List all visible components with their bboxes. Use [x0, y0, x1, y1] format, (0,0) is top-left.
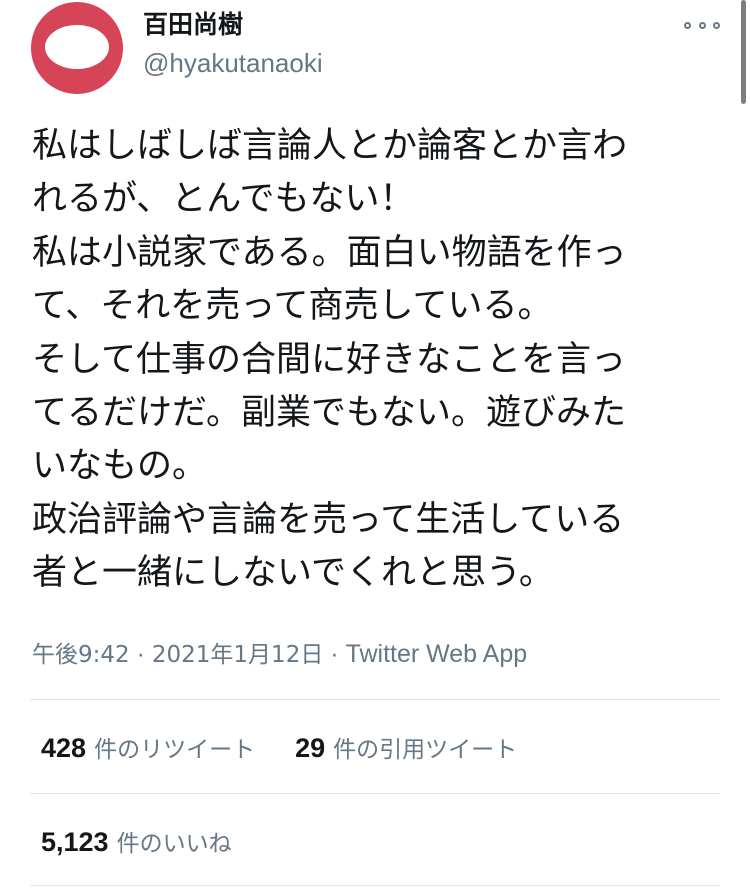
more-options-icon[interactable] — [684, 14, 720, 36]
tweet-date[interactable]: 2021年1月12日 — [152, 642, 323, 668]
tweet-metadata: 午後9:42 · 2021年1月12日 · Twitter Web App — [32, 636, 527, 673]
display-name[interactable]: 百田尚樹 — [143, 8, 243, 42]
likes-count: 5,123 — [41, 827, 109, 857]
tweet-time[interactable]: 午後9:42 — [32, 642, 130, 668]
divider — [30, 793, 720, 794]
more-dot — [698, 21, 706, 29]
retweets-label: 件のリツイート — [94, 737, 256, 763]
retweets-stat[interactable]: 428 件のリツイート — [41, 730, 255, 764]
tweet-source[interactable]: Twitter Web App — [346, 640, 528, 668]
tweet-text-line: そして仕事の合間に好きなことを言っ — [32, 339, 626, 380]
scrollbar[interactable] — [741, 0, 746, 104]
more-dot — [713, 21, 720, 29]
tweet-text-line: 私は小説家である。面白い物語を作っ — [32, 232, 627, 273]
tweet-text-line: いなもの。 — [32, 446, 208, 487]
engagement-stats: 428 件のリツイート 29 件の引用ツイート — [41, 729, 517, 765]
tweet-text-line: 私はしばしば言論人とか論客とか言わ — [32, 126, 628, 166]
avatar[interactable] — [31, 2, 123, 94]
divider — [30, 699, 720, 700]
tweet-text: 私はしばしば言論人とか論客とか言わ れるが、とんでもない！ 私は小説家である。面… — [32, 120, 732, 601]
tweet-text-line: て、それを売って商売している。 — [32, 286, 553, 327]
tweet-text-line: 政治評論や言論を売って生活している — [32, 499, 625, 540]
retweets-count: 428 — [41, 733, 87, 763]
divider — [30, 885, 720, 886]
quotes-count: 29 — [295, 733, 326, 763]
likes-label: 件のいいね — [116, 831, 232, 857]
avatar-image — [45, 25, 109, 69]
tweet-text-line: れるが、とんでもない！ — [32, 179, 415, 220]
likes-row: 5,123 件のいいね — [41, 823, 232, 859]
quotes-stat[interactable]: 29 件の引用ツイート — [295, 730, 517, 764]
meta-separator: · — [330, 640, 339, 668]
meta-separator: · — [136, 640, 145, 668]
tweet-text-line: てるだけだ。副業でもない。遊びみた — [32, 393, 626, 434]
quotes-label: 件の引用ツイート — [333, 737, 518, 763]
user-handle[interactable]: @hyakutanaoki — [143, 46, 323, 80]
more-dot — [684, 21, 691, 29]
tweet-header: 百田尚樹 @hyakutanaoki — [0, 0, 750, 110]
tweet-text-line: 者と一緒にしないでくれと思う。 — [32, 553, 554, 594]
likes-stat[interactable]: 5,123 件のいいね — [41, 824, 232, 858]
